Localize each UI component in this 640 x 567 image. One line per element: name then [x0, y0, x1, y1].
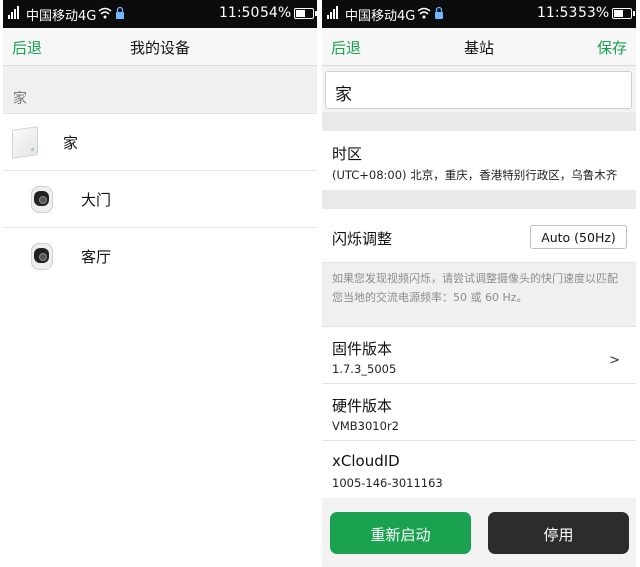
flicker-hint: 如果您发现视频闪烁，请尝试调整摄像头的快门速度以匹配您当地的交流电源频率：50 … [322, 263, 636, 327]
base-station-icon [12, 126, 38, 159]
nav-bar: 后退 基站 保存 [322, 28, 636, 66]
status-bar: 中国移动4G 11:50 54% [3, 0, 317, 28]
section-divider [322, 190, 636, 209]
hardware-row: 硬件版本 VMB3010r2 [322, 384, 636, 441]
battery-icon [294, 8, 317, 19]
disable-button[interactable]: 停用 [488, 512, 629, 554]
action-bar: 重新启动 停用 [322, 504, 636, 567]
hardware-label: 硬件版本 [332, 397, 393, 415]
wifi-icon [417, 7, 431, 19]
base-station-settings-screen: 中国移动4G 11:53 53% 后退 基站 保存 家 时区 (UTC+08:0… [322, 0, 636, 567]
lock-icon [435, 6, 443, 19]
firmware-label: 固件版本 [332, 340, 393, 358]
signal-icon [327, 6, 338, 19]
device-label: 客厅 [81, 248, 112, 266]
section-divider [322, 112, 636, 131]
firmware-value: 1.7.3_5005 [332, 362, 397, 376]
chevron-right-icon: > [609, 353, 620, 368]
carrier-label: 中国移动4G [26, 9, 97, 24]
flicker-select[interactable]: Auto (50Hz) [530, 225, 627, 249]
device-row-camera-front-door[interactable]: 大门 [3, 171, 317, 228]
firmware-row[interactable]: 固件版本 1.7.3_5005 > [322, 327, 636, 384]
save-button[interactable]: 保存 [597, 37, 627, 58]
page-title: 我的设备 [129, 39, 190, 57]
name-field-container: 家 [322, 66, 636, 112]
battery-icon [612, 8, 635, 19]
lock-icon [116, 6, 124, 19]
xcloud-row: xCloudID 1005-146-3011163 [322, 441, 636, 498]
restart-button[interactable]: 重新启动 [330, 512, 471, 554]
device-name-input[interactable]: 家 [325, 71, 632, 109]
camera-icon [31, 243, 53, 270]
section-header: 家 [3, 66, 317, 114]
device-label: 大门 [81, 191, 112, 209]
camera-icon [31, 186, 53, 213]
timezone-row[interactable]: 时区 (UTC+08:00) 北京，重庆，香港特别行政区，乌鲁木齐 [322, 131, 636, 190]
hardware-value: VMB3010r2 [332, 419, 399, 433]
flicker-adjust-row: 闪烁调整 Auto (50Hz) [322, 209, 636, 263]
nav-bar: 后退 我的设备 [3, 28, 317, 66]
clock: 11:53 [537, 5, 578, 21]
wifi-icon [98, 7, 112, 19]
signal-icon [8, 6, 19, 19]
timezone-value: (UTC+08:00) 北京，重庆，香港特别行政区，乌鲁木齐 [332, 168, 618, 182]
flicker-label: 闪烁调整 [332, 230, 393, 248]
status-bar: 中国移动4G 11:53 53% [322, 0, 636, 28]
device-row-camera-living-room[interactable]: 客厅 [3, 228, 317, 285]
page-title: 基站 [463, 39, 494, 57]
clock: 11:50 [219, 5, 260, 21]
device-label: 家 [63, 134, 79, 152]
carrier-label: 中国移动4G [345, 9, 416, 24]
device-row-base-station[interactable]: 家 [3, 114, 317, 171]
timezone-label: 时区 [332, 145, 363, 163]
battery-percent: 53% [578, 5, 610, 21]
xcloud-value: 1005-146-3011163 [332, 476, 443, 490]
xcloud-label: xCloudID [332, 452, 400, 470]
battery-percent: 54% [260, 5, 292, 21]
my-devices-screen: 中国移动4G 11:50 54% 后退 我的设备 家 家 大门 客厅 [3, 0, 317, 567]
